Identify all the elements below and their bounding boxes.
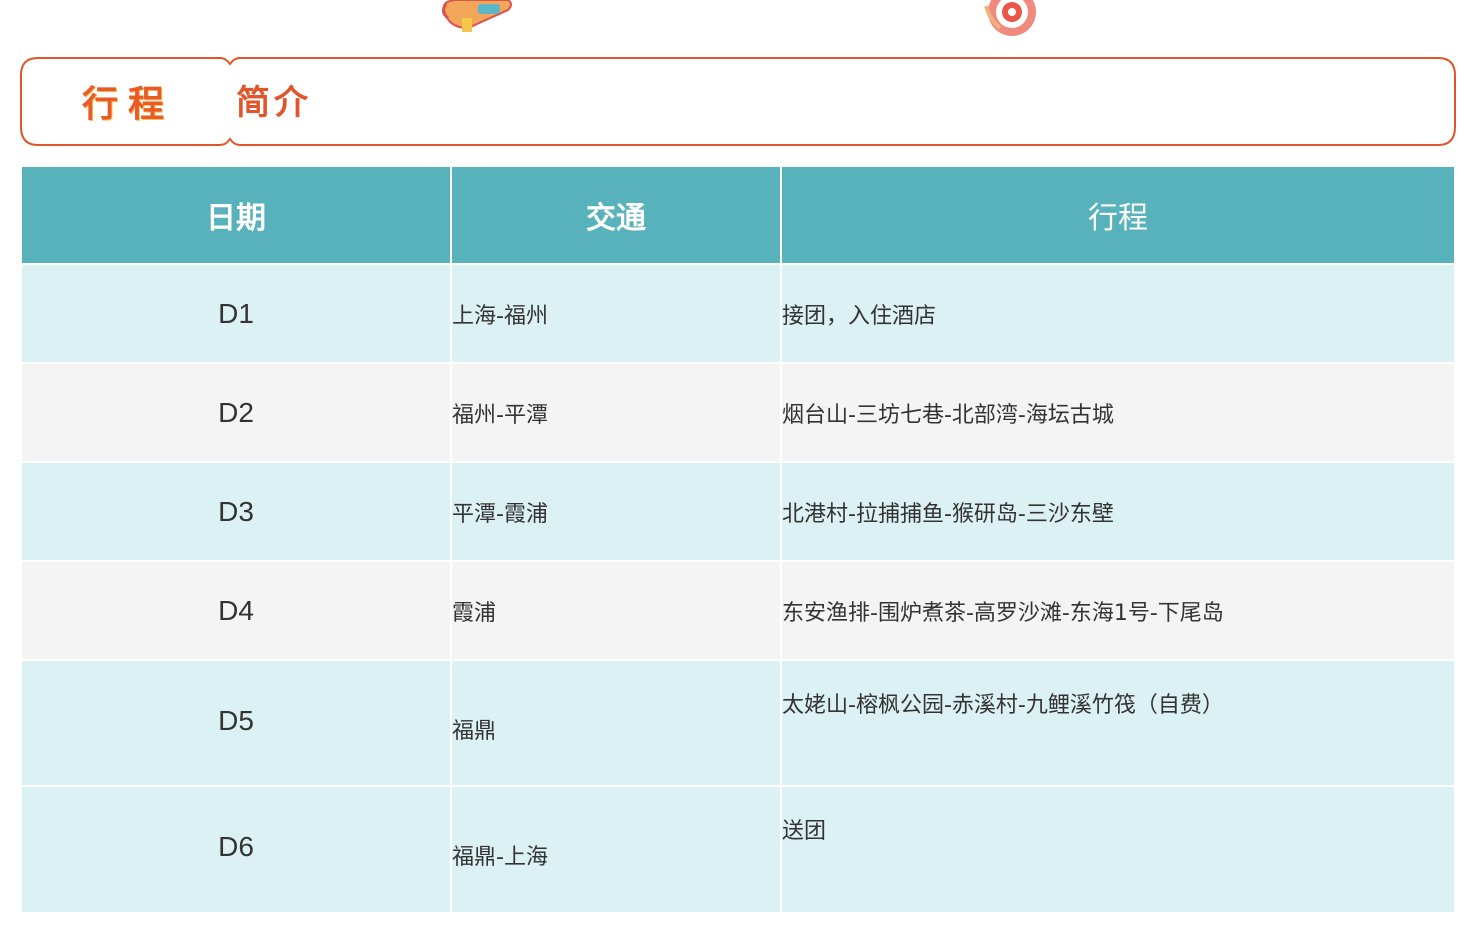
paint-tube-sticker-icon (441, 0, 512, 32)
table-row: D2 福州-平潭 烟台山-三坊七巷-北部湾-海坛古城 (22, 362, 1454, 462)
section-title-sub: 简介 (236, 83, 312, 123)
column-header-date: 日期 (22, 167, 452, 264)
transport-cell: 福鼎-上海 (451, 785, 782, 912)
transport-cell: 上海-福州 (451, 263, 782, 363)
transport-cell: 霞浦 (451, 560, 782, 660)
plan-cell: 太姥山-榕枫公园-赤溪村-九鲤溪竹筏（自费） (781, 659, 1454, 786)
plan-cell: 烟台山-三坊七巷-北部湾-海坛古城 (781, 362, 1454, 462)
day-cell: D3 (22, 461, 452, 561)
target-sticker-icon (984, 0, 1036, 36)
table-row: D1 上海-福州 接团，入住酒店 (22, 263, 1454, 363)
column-header-itinerary: 行程 (781, 167, 1454, 264)
transport-cell: 福州-平潭 (451, 362, 782, 462)
plan-cell: 接团，入住酒店 (781, 263, 1454, 363)
transport-cell: 福鼎 (451, 659, 782, 786)
plan-cell: 送团 (781, 785, 1454, 912)
column-header-transport: 交通 (451, 167, 782, 264)
section-title-main: 行程 (82, 84, 175, 125)
table-row: D5 福鼎 太姥山-榕枫公园-赤溪村-九鲤溪竹筏（自费） (22, 659, 1454, 786)
transport-cell: 平潭-霞浦 (451, 461, 782, 561)
section-title-bar: 行程 简介 (20, 57, 1456, 147)
itinerary-page: 行程 简介 日期 交通 行程 D1 上海-福州 接团，入住酒店 D2 福州-平潭… (0, 0, 1467, 933)
day-cell: D5 (22, 659, 452, 786)
plan-cell: 东安渔排-围炉煮茶-高罗沙滩-东海1号-下尾岛 (781, 560, 1454, 660)
day-cell: D1 (22, 263, 452, 363)
table-row: D6 福鼎-上海 送团 (22, 785, 1454, 912)
table-row: D4 霞浦 东安渔排-围炉煮茶-高罗沙滩-东海1号-下尾岛 (22, 560, 1454, 660)
table-header-row: 日期 交通 行程 (22, 167, 1454, 264)
day-cell: D4 (22, 560, 452, 660)
itinerary-table: 日期 交通 行程 D1 上海-福州 接团，入住酒店 D2 福州-平潭 烟台山-三… (22, 167, 1454, 912)
day-cell: D2 (22, 362, 452, 462)
table-row: D3 平潭-霞浦 北港村-拉捕捕鱼-猴研岛-三沙东壁 (22, 461, 1454, 561)
plan-cell: 北港村-拉捕捕鱼-猴研岛-三沙东壁 (781, 461, 1454, 561)
day-cell: D6 (22, 785, 452, 912)
